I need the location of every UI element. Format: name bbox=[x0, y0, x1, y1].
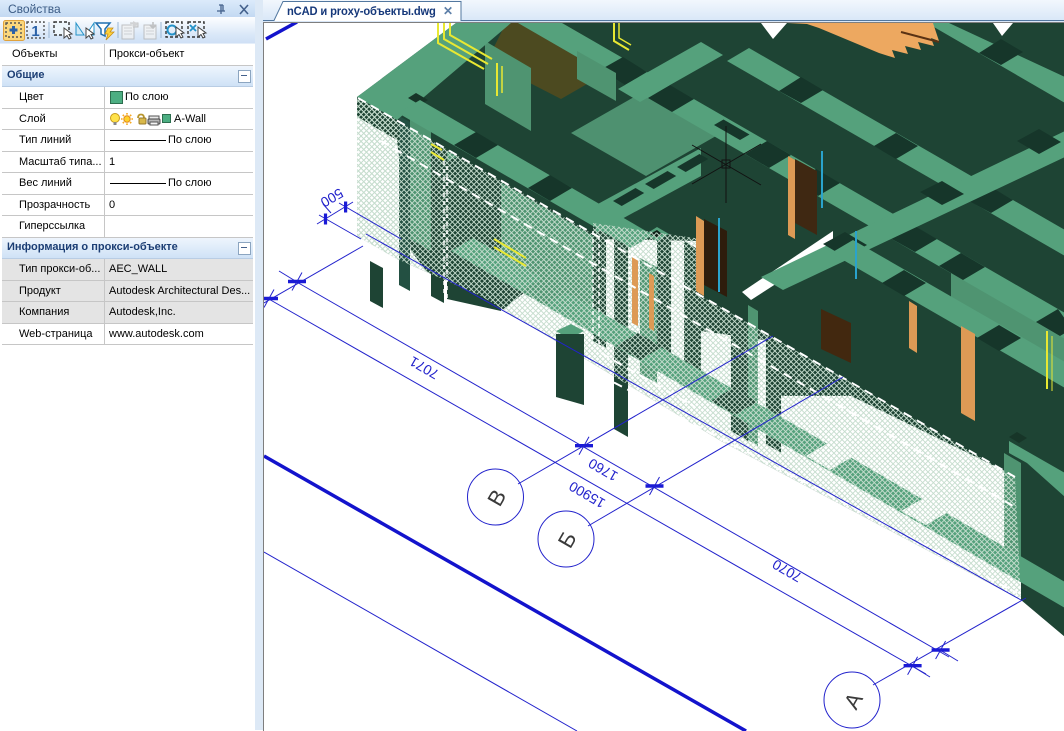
svg-text:1: 1 bbox=[31, 23, 39, 40]
svg-text:7071: 7071 bbox=[406, 353, 441, 383]
svg-text:7070: 7070 bbox=[769, 556, 804, 586]
svg-text:1760: 1760 bbox=[585, 455, 620, 485]
svg-text:500: 500 bbox=[318, 185, 346, 211]
svg-text:В: В bbox=[482, 485, 511, 510]
svg-text:15900: 15900 bbox=[566, 478, 608, 511]
svg-text:А: А bbox=[839, 688, 868, 713]
svg-text:Б: Б bbox=[553, 527, 582, 552]
